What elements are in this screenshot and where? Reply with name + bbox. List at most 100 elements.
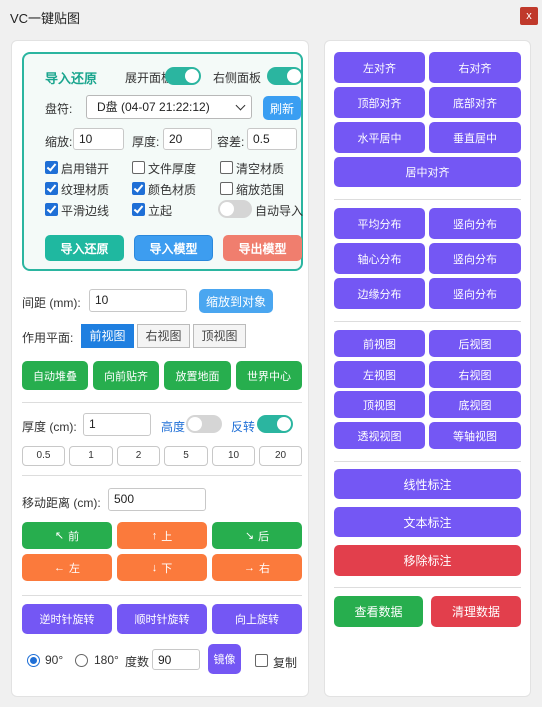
- checkbox-scale-range-label: 缩放范围: [236, 183, 285, 197]
- radio-90[interactable]: [27, 654, 40, 667]
- drive-select[interactable]: D盘 (04-07 21:22:12): [86, 95, 252, 119]
- import-model-button[interactable]: 导入模型: [134, 235, 213, 261]
- degree-input[interactable]: 90: [152, 649, 200, 670]
- invert-label: 反转: [231, 420, 256, 434]
- title-bar: VC一键贴图 x: [0, 0, 542, 32]
- height-toggle[interactable]: [186, 415, 222, 433]
- world-center-button[interactable]: 世界中心: [236, 361, 302, 390]
- thickness-preset-2[interactable]: 2: [117, 446, 160, 466]
- checkbox-color-material-label: 颜色材质: [148, 183, 197, 197]
- thickness-preset-0-5[interactable]: 0.5: [22, 446, 65, 466]
- view-right-button[interactable]: 右视图: [429, 361, 521, 388]
- view-left-button[interactable]: 左视图: [334, 361, 425, 388]
- height-label: 高度: [161, 420, 186, 434]
- fit-to-object-button[interactable]: 缩放到对象: [199, 289, 273, 313]
- view-back-button[interactable]: 后视图: [429, 330, 521, 357]
- distribute-vertical-button-3[interactable]: 竖向分布: [429, 278, 521, 309]
- text-annotation-button[interactable]: 文本标注: [334, 507, 521, 537]
- checkbox-stagger[interactable]: [45, 161, 58, 174]
- expand-panel-toggle[interactable]: [165, 67, 201, 85]
- checkbox-scale-range[interactable]: [220, 182, 233, 195]
- distribute-pivot-button[interactable]: 轴心分布: [334, 243, 425, 274]
- export-model-button[interactable]: 导出模型: [223, 235, 302, 261]
- auto-import-toggle[interactable]: [218, 200, 252, 218]
- move-up-button[interactable]: ↑ 上: [117, 522, 207, 549]
- move-back-button[interactable]: ↘ 后: [212, 522, 302, 549]
- plane-right-tab[interactable]: 右视图: [137, 324, 190, 348]
- move-right-button[interactable]: → 右: [212, 554, 302, 581]
- clear-data-button[interactable]: 清理数据: [431, 596, 521, 627]
- thickness-cm-label: 厚度 (cm):: [22, 420, 77, 434]
- distribute-vertical-button-2[interactable]: 竖向分布: [429, 243, 521, 274]
- mirror-button[interactable]: 镜像: [208, 644, 241, 674]
- center-align-button[interactable]: 居中对齐: [334, 157, 521, 187]
- radio-180-label: 180°: [94, 653, 119, 667]
- copy-label: 复制: [273, 656, 298, 670]
- rotate-ccw-button[interactable]: 逆时针旋转: [22, 604, 112, 634]
- thickness-cm-input[interactable]: 1: [83, 413, 151, 436]
- center-horizontal-button[interactable]: 水平居中: [334, 122, 425, 153]
- refresh-button[interactable]: 刷新: [263, 96, 301, 120]
- close-button[interactable]: x: [520, 7, 538, 25]
- align-right-button[interactable]: 右对齐: [429, 52, 521, 83]
- tolerance-input[interactable]: 0.5: [247, 128, 297, 150]
- auto-stack-button[interactable]: 自动堆叠: [22, 361, 88, 390]
- distribute-edge-button[interactable]: 边缘分布: [334, 278, 425, 309]
- plane-front-tab[interactable]: 前视图: [81, 324, 134, 348]
- thickness-preset-10[interactable]: 10: [212, 446, 255, 466]
- degree-label: 度数: [125, 655, 150, 669]
- place-ground-button[interactable]: 放置地面: [164, 361, 231, 390]
- spacing-input[interactable]: 10: [89, 289, 187, 312]
- thickness-input[interactable]: 20: [163, 128, 212, 150]
- import-restore-button[interactable]: 导入还原: [45, 235, 124, 261]
- checkbox-texture-material[interactable]: [45, 182, 58, 195]
- import-section: 导入还原 展开面板 右侧面板 盘符: D盘 (04-07 21:22:12) 刷…: [22, 52, 303, 271]
- checkbox-color-material[interactable]: [132, 182, 145, 195]
- checkbox-clear-material[interactable]: [220, 161, 233, 174]
- thickness-preset-1[interactable]: 1: [69, 446, 113, 466]
- rotate-cw-button[interactable]: 顺时针旋转: [117, 604, 207, 634]
- align-bottom-button[interactable]: 底部对齐: [429, 87, 521, 118]
- checkbox-file-thickness[interactable]: [132, 161, 145, 174]
- arrow-right-icon: →: [244, 561, 255, 574]
- move-distance-input[interactable]: 500: [108, 488, 206, 511]
- arrow-down-icon: ↓: [151, 561, 158, 574]
- scale-input[interactable]: 10: [73, 128, 124, 150]
- view-bottom-button[interactable]: 底视图: [429, 391, 521, 418]
- invert-toggle[interactable]: [257, 415, 293, 433]
- view-perspective-button[interactable]: 透视视图: [334, 422, 425, 449]
- distribute-vertical-button-1[interactable]: 竖向分布: [429, 208, 521, 239]
- checkbox-file-thickness-label: 文件厚度: [148, 162, 197, 176]
- center-vertical-button[interactable]: 垂直居中: [429, 122, 521, 153]
- view-front-button[interactable]: 前视图: [334, 330, 425, 357]
- snap-forward-button[interactable]: 向前贴齐: [93, 361, 159, 390]
- move-left-button[interactable]: ← 左: [22, 554, 112, 581]
- linear-annotation-button[interactable]: 线性标注: [334, 469, 521, 499]
- remove-annotation-button[interactable]: 移除标注: [334, 545, 521, 576]
- divider: [22, 475, 302, 476]
- left-panel: 导入还原 展开面板 右侧面板 盘符: D盘 (04-07 21:22:12) 刷…: [11, 40, 309, 697]
- checkbox-stagger-label: 启用错开: [61, 162, 110, 176]
- radio-180[interactable]: [75, 654, 88, 667]
- thickness-label: 厚度:: [132, 135, 160, 149]
- checkbox-smooth-edges[interactable]: [45, 203, 58, 216]
- thickness-preset-20[interactable]: 20: [259, 446, 302, 466]
- thickness-preset-5[interactable]: 5: [164, 446, 208, 466]
- arrow-left-icon: ←: [54, 561, 65, 574]
- checkbox-clear-material-label: 清空材质: [236, 162, 285, 176]
- view-top-button[interactable]: 顶视图: [334, 391, 425, 418]
- checkbox-stand-up[interactable]: [132, 203, 145, 216]
- view-isometric-button[interactable]: 等轴视图: [429, 422, 521, 449]
- align-top-button[interactable]: 顶部对齐: [334, 87, 425, 118]
- align-left-button[interactable]: 左对齐: [334, 52, 425, 83]
- view-data-button[interactable]: 查看数据: [334, 596, 423, 627]
- side-panel-toggle[interactable]: [267, 67, 303, 85]
- plane-top-tab[interactable]: 顶视图: [193, 324, 246, 348]
- rotate-up-button[interactable]: 向上旋转: [212, 604, 302, 634]
- auto-import-label: 自动导入: [255, 204, 304, 218]
- distribute-even-button[interactable]: 平均分布: [334, 208, 425, 239]
- move-down-button[interactable]: ↓ 下: [117, 554, 207, 581]
- divider: [22, 402, 302, 403]
- move-front-button[interactable]: ↖ 前: [22, 522, 112, 549]
- copy-checkbox[interactable]: [255, 654, 268, 667]
